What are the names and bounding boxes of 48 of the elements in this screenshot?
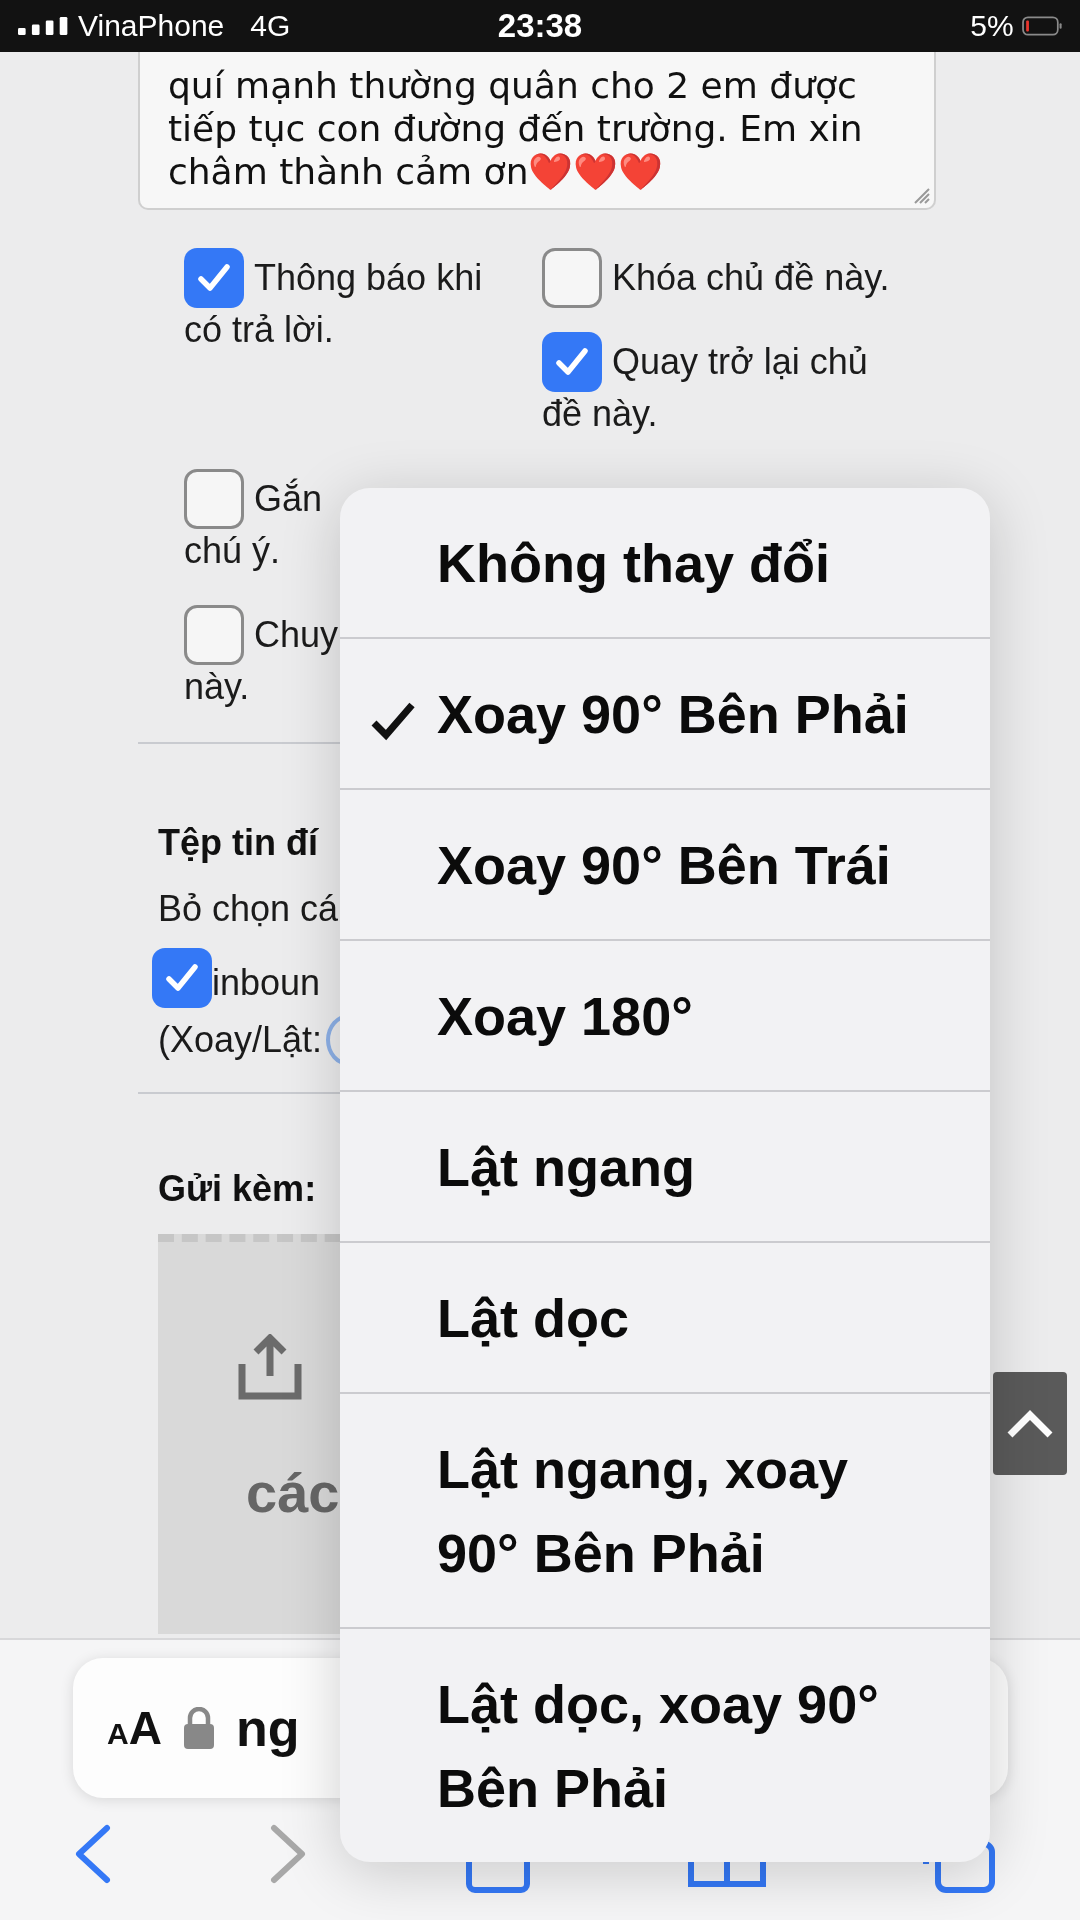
network-type: 4G xyxy=(250,9,291,43)
message-field[interactable]: quí mạnh thường quân cho 2 em được tiếp tục con đường đến trường. Em xin châm thành cảm ơn❤❤❤ xyxy=(138,52,936,210)
checkbox[interactable] xyxy=(184,248,244,308)
option-label: đề này. xyxy=(542,392,658,436)
menu-item[interactable]: Xoay 90° Bên Phải xyxy=(340,637,990,788)
menu-item[interactable]: Xoay 90° Bên Trái xyxy=(340,788,990,939)
option-label: này. xyxy=(184,665,250,709)
check-icon xyxy=(197,263,231,293)
address-text: ng xyxy=(235,1698,300,1758)
menu-item[interactable]: Lật ngang xyxy=(340,1090,990,1241)
file-name: inboun xyxy=(212,962,321,1004)
check-icon xyxy=(555,347,589,377)
check-icon xyxy=(165,963,199,993)
option-label: có trả lời. xyxy=(184,308,334,352)
battery-percent: 5% xyxy=(970,9,1014,43)
option-label: Thông báo khi xyxy=(254,256,483,300)
section-title: Gửi kèm: xyxy=(158,1167,317,1211)
option-label: chú ý. xyxy=(184,529,281,573)
chevron-up-icon xyxy=(1006,1408,1054,1439)
checkbox[interactable] xyxy=(542,332,602,392)
checkbox[interactable] xyxy=(184,469,244,529)
hint-text: Bỏ chọn cá xyxy=(158,887,339,931)
menu-item[interactable]: Lật dọc, xoay 90° Bên Phải xyxy=(340,1627,990,1862)
menu-item[interactable]: Xoay 180° xyxy=(340,939,990,1090)
option-label: Chuy xyxy=(254,613,339,657)
message-text: quí mạnh thường quân cho 2 em được xyxy=(168,65,857,106)
reader-button[interactable]: AA xyxy=(107,1701,162,1755)
menu-item[interactable]: Lật dọc xyxy=(340,1241,990,1392)
upload-icon xyxy=(238,1334,302,1400)
clock-time: 23:38 xyxy=(496,7,584,45)
menu-item[interactable]: Không thay đổi xyxy=(340,488,990,637)
lock-icon xyxy=(183,1707,214,1749)
checkbox[interactable] xyxy=(184,605,244,665)
message-text: châm thành cảm ơn xyxy=(168,151,529,192)
scroll-top-button[interactable] xyxy=(993,1372,1067,1475)
heart-emoji: ❤❤❤ xyxy=(528,151,664,192)
message-text: tiếp tục con đường đến trường. Em xin xyxy=(168,108,863,149)
checkbox[interactable] xyxy=(542,248,602,308)
option-label: Khóa chủ đề này. xyxy=(612,256,890,300)
checkbox[interactable] xyxy=(152,948,212,1008)
upload-text: các xyxy=(246,1460,340,1525)
section-title: Tệp tin đí xyxy=(158,821,318,865)
option-label: Gắn xyxy=(254,477,323,521)
rotate-label: (Xoay/Lật: xyxy=(158,1018,323,1062)
option-label: Quay trở lại chủ xyxy=(612,340,868,384)
carrier-name: VinaPhone xyxy=(78,9,225,43)
menu-item[interactable]: Lật ngang, xoay 90° Bên Phải xyxy=(340,1392,990,1627)
back-icon[interactable] xyxy=(73,1824,113,1884)
